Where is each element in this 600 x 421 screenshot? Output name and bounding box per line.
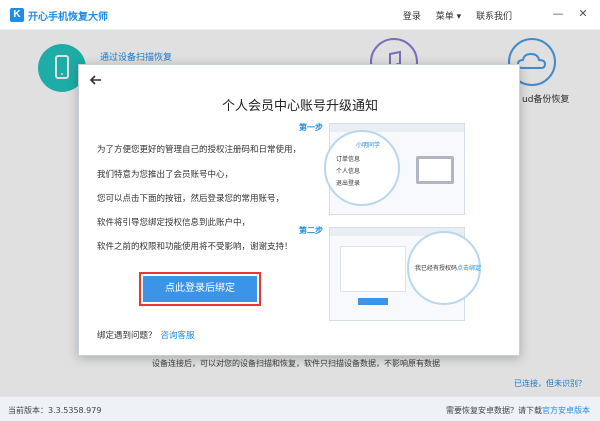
help-line: 绑定遇到问题？ 咨询客服 <box>97 329 195 341</box>
dialog-paragraph: 软件将引导您绑定授权信息到此账户中， <box>97 218 251 228</box>
minimize-icon[interactable]: — <box>547 4 569 24</box>
user-badge: 小明同学 <box>356 142 381 149</box>
dialog-paragraph: 软件之前的权限和功能使用将不受影响，谢谢支持！ <box>97 242 293 252</box>
contact-link[interactable]: 联系我们 <box>476 12 512 22</box>
mini-button <box>358 298 388 305</box>
android-note: 需要恢复安卓数据？请下载官方安卓版本 <box>446 405 590 416</box>
android-note-text: 需要恢复安卓数据？请下载 <box>446 406 542 415</box>
menu-dropdown[interactable]: 菜单 ▾ <box>436 12 461 22</box>
step-two-label: 第二步 <box>299 226 323 235</box>
dialog-paragraph: 我们特意为您推出了会员账号中心， <box>97 170 234 180</box>
menu-item: 订单信息 <box>336 156 361 163</box>
dialog-title: 个人会员中心账号升级通知 <box>221 99 378 114</box>
step-one-zoom: 小明同学 订单信息 个人信息 退出登录 <box>324 130 400 206</box>
app-title: 开心手机恢复大师 <box>28 12 108 23</box>
step-one-label: 第一步 <box>299 123 323 132</box>
status-bar: 当前版本：3.3.5358.979 需要恢复安卓数据？请下载官方安卓版本 <box>0 396 600 421</box>
close-icon[interactable]: ✕ <box>572 4 594 24</box>
step-two-zoom: 我已经有授权码点击绑定 <box>407 231 481 305</box>
click-bind-link: 点击绑定 <box>457 265 482 272</box>
version-label: 当前版本：3.3.5358.979 <box>8 406 102 415</box>
menu-item: 退出登录 <box>336 180 361 187</box>
has-license-label: 我已经有授权码 <box>415 265 458 272</box>
android-download-link[interactable]: 官方安卓版本 <box>542 406 590 415</box>
top-nav: 登录 菜单 ▾ 联系我们 <box>391 9 512 22</box>
dialog-paragraph: 您可以点击下面的按钮，然后登录您的常用账号， <box>97 194 285 204</box>
dialog-paragraph: 为了方便您更好的管理自己的授权注册码和日常使用， <box>97 145 302 155</box>
bind-button-highlight: 点此登录后绑定 <box>139 272 261 306</box>
license-panel <box>340 246 406 292</box>
k-logo-icon: K <box>10 8 24 22</box>
title-bar: K 开心手机恢复大师 登录 菜单 ▾ 联系我们 — ✕ <box>0 0 600 30</box>
menu-item: 个人信息 <box>336 168 361 175</box>
has-license-text: 我已经有授权码点击绑定 <box>415 263 481 272</box>
monitor-icon <box>416 156 454 184</box>
help-text: 绑定遇到问题？ <box>97 331 157 341</box>
account-upgrade-dialog: 个人会员中心账号升级通知 为了方便您更好的管理自己的授权注册码和日常使用， 我们… <box>78 64 520 356</box>
window-controls: — ✕ <box>547 4 594 24</box>
login-bind-button[interactable]: 点此登录后绑定 <box>143 276 257 302</box>
step-one-screenshot: 小明同学 订单信息 个人信息 退出登录 <box>324 123 465 215</box>
login-link[interactable]: 登录 <box>403 12 421 22</box>
arrow-left-icon[interactable] <box>89 72 103 91</box>
customer-service-link[interactable]: 咨询客服 <box>161 331 195 341</box>
